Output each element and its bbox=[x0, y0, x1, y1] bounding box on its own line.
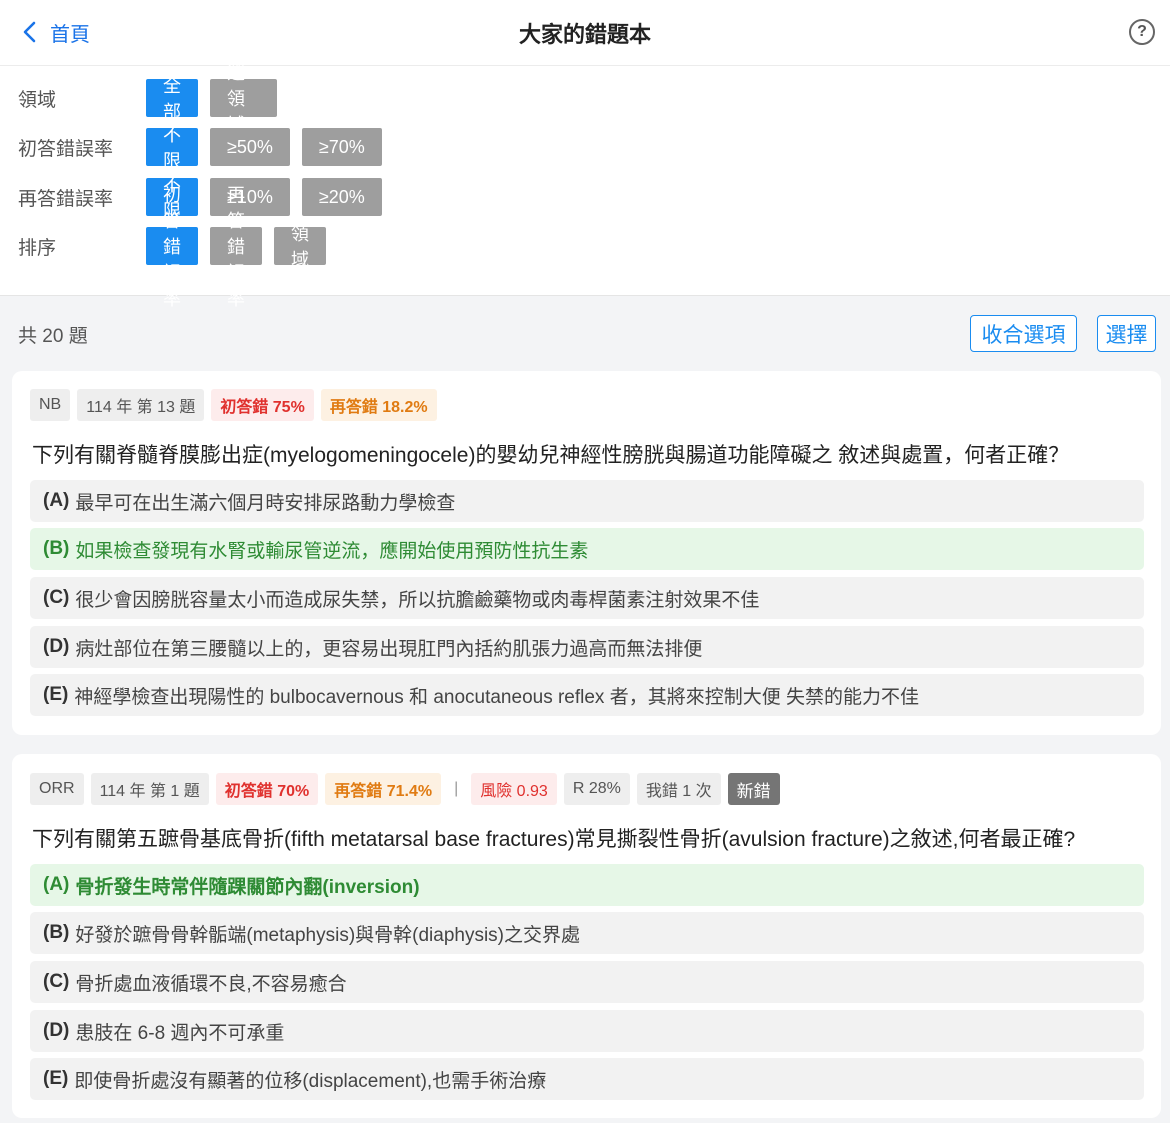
option-text: 最早可在出生滿六個月時安排尿路動力學檢查 bbox=[75, 492, 456, 514]
option-text: 很少會因膀胱容量太小而造成尿失禁，所以抗膽鹼藥物或肉毒桿菌素注射效果不佳 bbox=[75, 589, 760, 611]
filter-second-20[interactable]: ≥20% bbox=[301, 178, 382, 216]
option-text: 好發於蹠骨骨幹骺端(metaphysis)與骨幹(diaphysis)之交界處 bbox=[75, 924, 581, 946]
question-count: 共 20 題 bbox=[18, 326, 88, 347]
filter-label: 初答錯誤率 bbox=[18, 138, 114, 160]
filter-domain-select[interactable]: 選領域... bbox=[210, 63, 278, 135]
help-icon[interactable]: ? bbox=[1129, 19, 1155, 45]
question-text: 下列有關第五蹠骨基底骨折(fifth metatarsal base fract… bbox=[32, 828, 1076, 851]
question-card[interactable]: ORR 114 年 第 1 題 初答錯 70% 再答錯 71.4% | 風險 0… bbox=[12, 754, 1161, 1118]
option-letter: (D) bbox=[43, 636, 70, 657]
first-error-badge: 初答錯 70% bbox=[215, 773, 319, 805]
source-badge: 114 年 第 13 題 bbox=[77, 389, 205, 421]
filter-first-50[interactable]: ≥50% bbox=[210, 128, 290, 166]
filter-domain-all[interactable]: 全部 bbox=[146, 76, 198, 122]
option-c[interactable]: (C) 骨折處血液循環不良,不容易癒合 bbox=[30, 961, 1144, 1003]
select-button[interactable]: 選擇 bbox=[1097, 315, 1156, 352]
domain-badge: ORR bbox=[30, 773, 84, 805]
option-d[interactable]: (D) 患肢在 6-8 週內不可承重 bbox=[30, 1010, 1144, 1052]
option-letter: (B) bbox=[43, 922, 70, 943]
option-text: 病灶部位在第三腰髓以上的，更容易出現肛門內括約肌張力過高而無法排便 bbox=[75, 638, 703, 660]
option-letter: (B) bbox=[43, 538, 70, 559]
option-letter: (C) bbox=[43, 971, 70, 992]
collapse-options-button[interactable]: 收合選項 bbox=[970, 315, 1077, 352]
filter-label: 領域 bbox=[18, 89, 57, 111]
option-letter: (E) bbox=[43, 684, 69, 705]
option-text: 骨折處血液循環不良,不容易癒合 bbox=[75, 973, 347, 995]
sort-first-error[interactable]: 初答錯誤率 bbox=[146, 185, 198, 309]
filter-first-70[interactable]: ≥70% bbox=[301, 128, 382, 166]
option-letter: (C) bbox=[43, 587, 70, 608]
source-badge: 114 年 第 1 題 bbox=[90, 773, 209, 805]
filter-label: 排序 bbox=[18, 237, 57, 259]
option-text: 神經學檢查出現陽性的 bulbocavernous 和 anocutaneous… bbox=[74, 686, 919, 708]
risk-badge: 風險 0.93 bbox=[471, 773, 557, 805]
option-letter: (E) bbox=[43, 1068, 69, 1089]
option-e[interactable]: (E) 神經學檢查出現陽性的 bulbocavernous 和 anocutan… bbox=[30, 674, 1144, 716]
option-letter: (A) bbox=[43, 490, 70, 511]
question-card[interactable]: NB 114 年 第 13 題 初答錯 75% 再答錯 18.2% 下列有關脊髓… bbox=[12, 371, 1161, 735]
domain-badge: NB bbox=[30, 389, 71, 421]
option-b[interactable]: (B) 好發於蹠骨骨幹骺端(metaphysis)與骨幹(diaphysis)之… bbox=[30, 912, 1144, 954]
filter-label: 再答錯誤率 bbox=[18, 188, 114, 210]
card-tags: NB 114 年 第 13 題 初答錯 75% 再答錯 18.2% bbox=[30, 389, 437, 421]
tag-separator: | bbox=[454, 780, 459, 797]
sort-domain[interactable]: 領域 bbox=[274, 224, 326, 270]
option-e[interactable]: (E) 即使骨折處沒有顯著的位移(displacement),也需手術治療 bbox=[30, 1058, 1144, 1100]
second-error-badge: 再答錯 18.2% bbox=[320, 389, 437, 421]
page-title: 大家的錯題本 bbox=[518, 22, 651, 47]
option-letter: (D) bbox=[43, 1020, 70, 1041]
option-text: 如果檢查發現有水腎或輸尿管逆流，應開始使用預防性抗生素 bbox=[75, 540, 589, 562]
first-error-badge: 初答錯 75% bbox=[211, 389, 314, 421]
option-a-correct[interactable]: (A) 骨折發生時常伴隨踝關節內翻(inversion) bbox=[30, 864, 1144, 906]
option-text: 患肢在 6-8 週內不可承重 bbox=[75, 1022, 285, 1044]
option-c[interactable]: (C) 很少會因膀胱容量太小而造成尿失禁，所以抗膽鹼藥物或肉毒桿菌素注射效果不佳 bbox=[30, 577, 1144, 619]
option-text: 骨折發生時常伴隨踝關節內翻(inversion) bbox=[75, 876, 420, 898]
second-error-badge: 再答錯 71.4% bbox=[325, 773, 442, 805]
option-letter: (A) bbox=[43, 874, 70, 895]
my-errors-badge: 我錯 1 次 bbox=[636, 773, 721, 805]
question-text: 下列有關脊髓脊膜膨出症(myelogomeningocele)的嬰幼兒神經性膀胱… bbox=[32, 444, 1070, 467]
filter-first-any[interactable]: 不限 bbox=[146, 125, 198, 171]
option-a[interactable]: (A) 最早可在出生滿六個月時安排尿路動力學檢查 bbox=[30, 480, 1144, 522]
new-error-badge: 新錯 bbox=[727, 773, 780, 805]
option-b-correct[interactable]: (B) 如果檢查發現有水腎或輸尿管逆流，應開始使用預防性抗生素 bbox=[30, 528, 1144, 570]
sort-second-error[interactable]: 再答錯誤率 bbox=[210, 185, 262, 309]
option-d[interactable]: (D) 病灶部位在第三腰髓以上的，更容易出現肛門內括約肌張力過高而無法排便 bbox=[30, 626, 1144, 668]
card-tags: ORR 114 年 第 1 題 初答錯 70% 再答錯 71.4% | 風險 0… bbox=[30, 773, 780, 805]
r-badge: R 28% bbox=[563, 773, 630, 805]
filter-second-10[interactable]: ≥10% bbox=[210, 178, 290, 216]
top-bar: 首頁 大家的錯題本 ? bbox=[0, 0, 1170, 66]
option-text: 即使骨折處沒有顯著的位移(displacement),也需手術治療 bbox=[74, 1070, 547, 1092]
filter-panel: 領域 全部 選領域... 初答錯誤率 不限 ≥50% ≥70% 再答錯誤率 不限… bbox=[0, 63, 1170, 309]
